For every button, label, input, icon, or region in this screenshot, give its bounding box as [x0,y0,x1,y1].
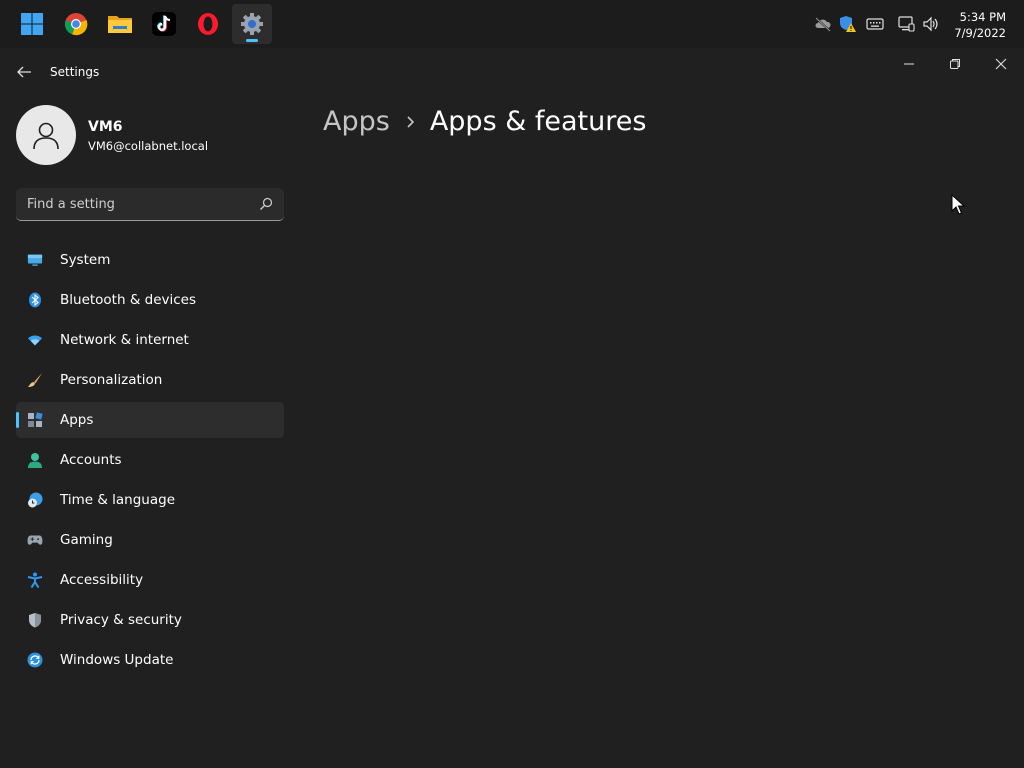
keyboard-icon[interactable] [865,14,885,34]
close-button[interactable] [978,48,1024,80]
sidebar-item-network[interactable]: Network & internet [16,322,284,358]
page-title: Apps & features [429,106,647,137]
globe-clock-icon [27,492,43,508]
user-name: VM6 [88,119,123,135]
network-icon[interactable] [896,14,916,34]
person-icon [27,452,43,468]
chrome-icon [64,13,88,36]
sidebar-item-accessibility[interactable]: Accessibility [16,562,284,598]
search-input[interactable] [16,188,251,220]
user-email: VM6@collabnet.local [88,139,209,153]
sidebar-item-bluetooth[interactable]: Bluetooth & devices [16,282,284,318]
sidebar-item-label: Apps [60,412,94,428]
wifi-icon [27,332,43,348]
search-box[interactable] [16,188,284,221]
sidebar-item-accounts[interactable]: Accounts [16,442,284,478]
opera-icon [198,13,218,35]
sidebar-item-time-language[interactable]: Time & language [16,482,284,518]
minimize-icon [904,63,914,65]
gear-icon [241,13,263,35]
sidebar-nav: System Bluetooth & devices Network & int… [16,242,284,682]
sidebar-item-system[interactable]: System [16,242,284,278]
start-button[interactable] [12,4,52,44]
folder-icon [108,16,132,33]
back-arrow-icon [17,66,31,78]
restore-icon [950,59,960,69]
sidebar-item-apps[interactable]: Apps [16,402,284,438]
cloud-offline-icon[interactable] [813,14,833,34]
title-bar: Settings [0,48,1024,96]
opera-taskbar-button[interactable] [188,4,228,44]
selection-indicator [16,412,19,428]
system-icon [27,252,43,268]
clock-time: 5:34 PM [959,10,1006,24]
mouse-cursor-icon [951,194,965,215]
sidebar-item-gaming[interactable]: Gaming [16,522,284,558]
breadcrumb: Apps Apps & features [323,106,646,137]
sidebar-item-label: Personalization [60,372,163,388]
sidebar-item-windows-update[interactable]: Windows Update [16,642,284,678]
sidebar-item-label: Accessibility [60,572,144,588]
user-silhouette-icon [33,122,59,150]
minimize-button[interactable] [886,48,932,80]
sidebar-item-label: Bluetooth & devices [60,292,197,308]
tiktok-taskbar-button[interactable] [144,4,184,44]
sidebar-item-label: Privacy & security [60,612,182,628]
volume-icon[interactable] [921,14,941,34]
windows-logo-icon [21,13,43,35]
sidebar-item-label: Time & language [60,492,176,508]
sidebar-item-personalization[interactable]: Personalization [16,362,284,398]
apps-icon [27,412,43,428]
clock-date: 7/9/2022 [954,26,1006,40]
close-icon [995,58,1007,70]
avatar[interactable] [16,105,76,165]
taskbar: 5:34 PM 7/9/2022 [0,0,1024,48]
chevron-right-icon [406,115,416,129]
settings-taskbar-button[interactable] [232,4,272,44]
clock[interactable]: 5:34 PM 7/9/2022 [954,9,1006,41]
shield-icon [27,612,43,628]
file-explorer-taskbar-button[interactable] [100,4,140,44]
window-title: Settings [50,65,100,79]
restore-button[interactable] [932,48,978,80]
sidebar-item-label: System [60,252,111,268]
gamepad-icon [27,532,43,548]
back-button[interactable] [10,60,38,84]
search-icon[interactable] [258,196,274,212]
security-warning-icon[interactable] [838,14,858,34]
sidebar-item-privacy-security[interactable]: Privacy & security [16,602,284,638]
tiktok-icon [152,12,176,36]
sidebar-item-label: Network & internet [60,332,189,348]
brush-icon [27,372,43,388]
active-app-indicator [246,39,258,42]
update-icon [27,652,43,668]
chrome-taskbar-button[interactable] [56,4,96,44]
accessibility-icon [27,572,43,588]
breadcrumb-parent[interactable]: Apps [323,106,390,137]
sidebar-item-label: Windows Update [60,652,174,668]
sidebar-item-label: Accounts [60,452,122,468]
sidebar-item-label: Gaming [60,532,113,548]
bluetooth-icon [27,292,43,308]
settings-window: Settings VM6 VM6@collabnet.local System [0,48,1024,768]
